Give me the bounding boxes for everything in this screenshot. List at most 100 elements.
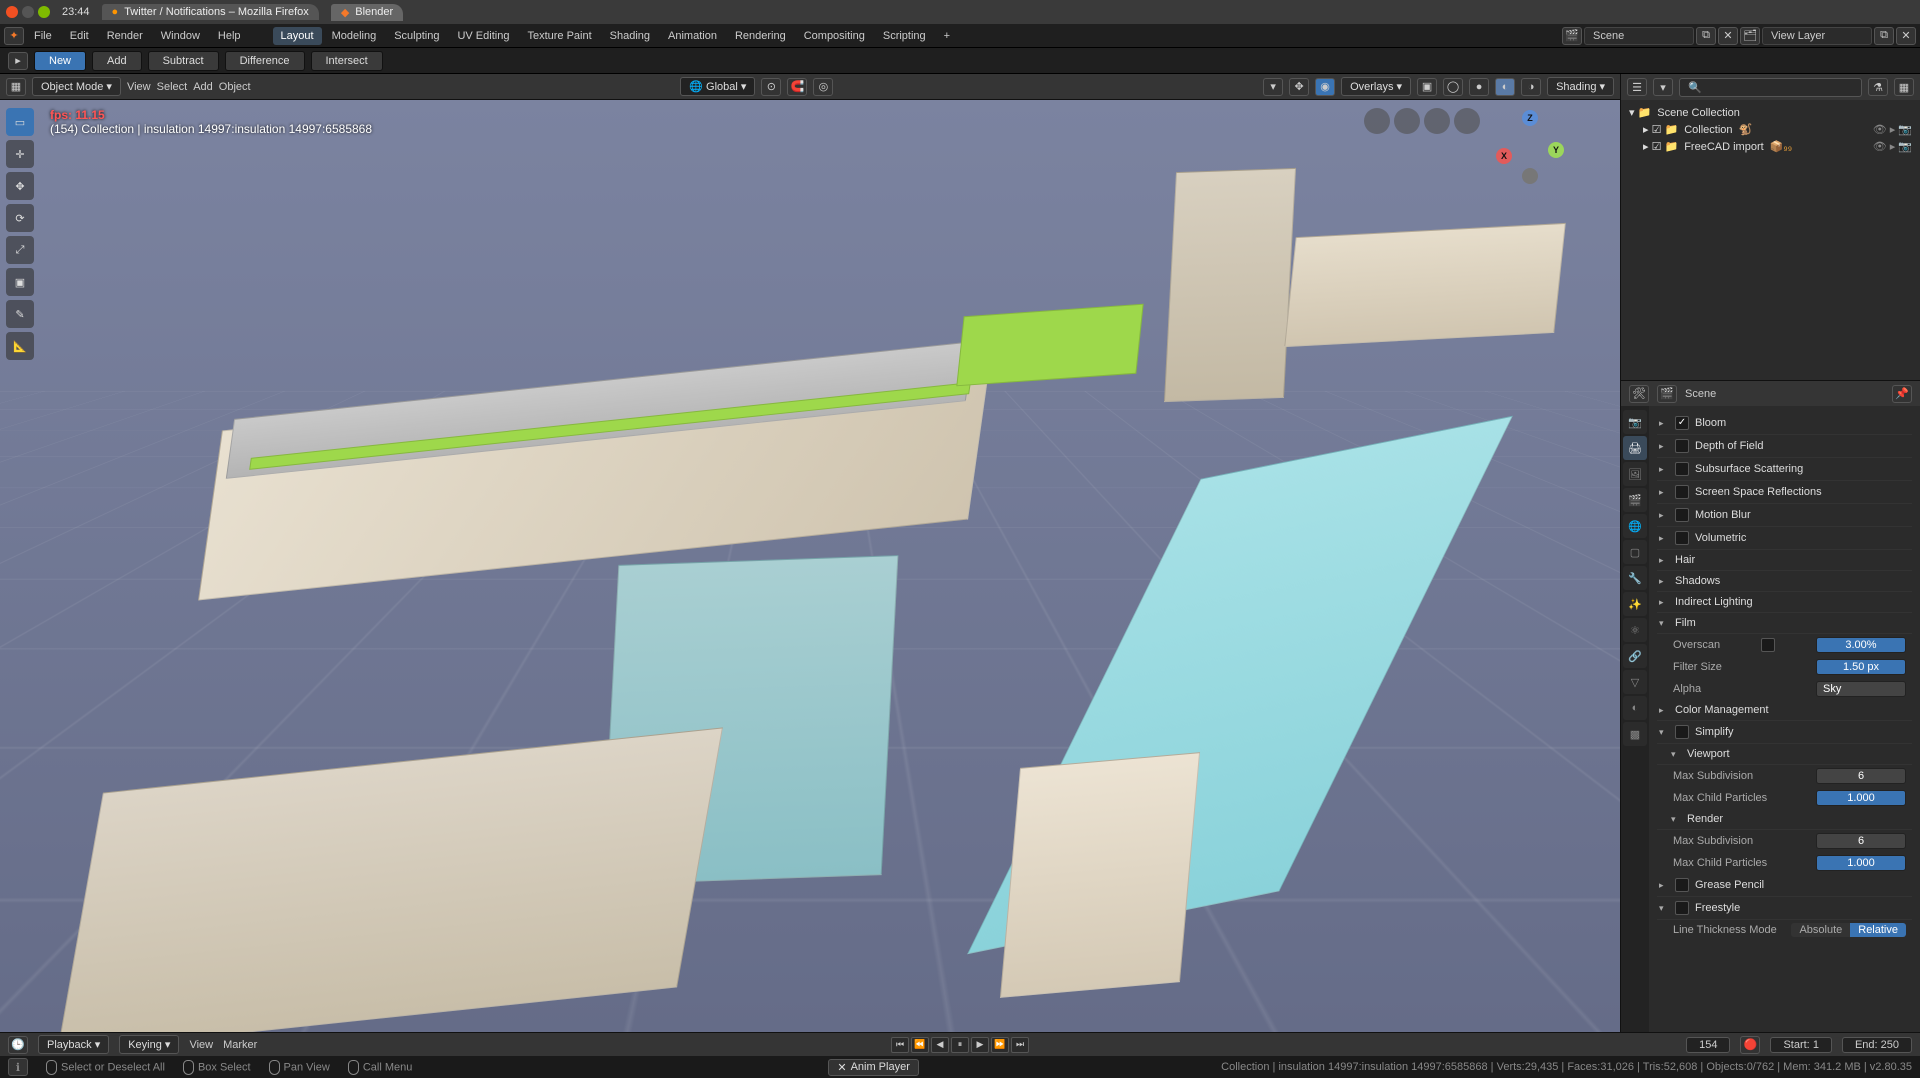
workspace-tab-compositing[interactable]: Compositing — [796, 27, 873, 45]
workspace-tab-rendering[interactable]: Rendering — [727, 27, 794, 45]
max-dot[interactable] — [38, 6, 50, 18]
outliner[interactable]: ▾ 📁 Scene Collection ▸ ☑ 📁 Collection 🐒 … — [1621, 100, 1920, 380]
vp-menu-select[interactable]: Select — [157, 81, 188, 93]
tab-texture-icon[interactable]: ▩ — [1623, 722, 1647, 746]
panel-dof[interactable]: ▸Depth of Field — [1657, 435, 1912, 458]
status-editor-icon[interactable]: ℹ — [8, 1058, 28, 1076]
panel-simplify-render[interactable]: ▾Render — [1657, 809, 1912, 830]
tab-modifier-icon[interactable]: 🔧 — [1623, 566, 1647, 590]
workspace-tab-scripting[interactable]: Scripting — [875, 27, 934, 45]
tab-material-icon[interactable]: ◐ — [1623, 696, 1647, 720]
current-frame[interactable]: 154 — [1686, 1037, 1730, 1053]
field-rn-maxsub[interactable]: 6 — [1816, 833, 1906, 849]
tab-object-icon[interactable]: ▢ — [1623, 540, 1647, 564]
object-types-icon[interactable]: ▾ — [1263, 78, 1283, 96]
field-overscan[interactable]: 3.00% — [1816, 637, 1906, 653]
tool-measure-icon[interactable]: 📐 — [6, 332, 34, 360]
orientation-dropdown[interactable]: 🌐 Global ▾ — [680, 77, 755, 96]
op-difference[interactable]: Difference — [225, 51, 305, 71]
outliner-freecad-import[interactable]: ▸ ☑ 📁 FreeCAD import 📦₉₉ 👁 ▸ 📷 — [1623, 138, 1918, 155]
jump-end-icon[interactable]: ⏭ — [1011, 1037, 1029, 1053]
vp-menu-object[interactable]: Object — [219, 81, 251, 93]
panel-simplify-viewport[interactable]: ▾Viewport — [1657, 744, 1912, 765]
menu-help[interactable]: Help — [210, 27, 249, 45]
start-frame[interactable]: Start: 1 — [1770, 1037, 1831, 1053]
panel-ssr[interactable]: ▸Screen Space Reflections — [1657, 481, 1912, 504]
keyframe-next-icon[interactable]: ⏩ — [991, 1037, 1009, 1053]
tab-render-icon[interactable]: 📷 — [1623, 410, 1647, 434]
nav-zoom-icon[interactable] — [1364, 108, 1390, 134]
dropdown-alpha[interactable]: Sky — [1816, 681, 1906, 697]
vp-menu-add[interactable]: Add — [193, 81, 213, 93]
tab-world-icon[interactable]: 🌐 — [1623, 514, 1647, 538]
op-intersect[interactable]: Intersect — [311, 51, 383, 71]
tab-constraints-icon[interactable]: 🔗 — [1623, 644, 1647, 668]
checkbox-sss[interactable] — [1675, 462, 1689, 476]
panel-volumetric[interactable]: ▸Volumetric — [1657, 527, 1912, 550]
checkbox-overscan[interactable] — [1761, 638, 1775, 652]
workspace-add[interactable]: + — [936, 27, 958, 45]
outliner-display-icon[interactable]: ▾ — [1653, 78, 1673, 96]
shading-solid-icon[interactable]: ● — [1469, 78, 1489, 96]
seg-linethickness[interactable]: Absolute Relative — [1791, 923, 1906, 937]
scene-browse-icon[interactable]: 🎬 — [1562, 27, 1582, 45]
play-reverse-icon[interactable]: ◀ — [931, 1037, 949, 1053]
keyframe-prev-icon[interactable]: ⏪ — [911, 1037, 929, 1053]
timeline-editor-icon[interactable]: 🕒 — [8, 1036, 28, 1054]
checkbox-bloom[interactable] — [1675, 416, 1689, 430]
vp-menu-view[interactable]: View — [127, 81, 151, 93]
timeline-marker[interactable]: Marker — [223, 1039, 257, 1051]
panel-bloom[interactable]: ▸Bloom — [1657, 412, 1912, 435]
tab-scene-icon[interactable]: 🎬 — [1623, 488, 1647, 512]
workspace-tab-uvediting[interactable]: UV Editing — [449, 27, 517, 45]
3d-viewport[interactable]: ▭ ✛ ✥ ⟳ ⤢ ▣ ✎ 📐 fps: 11.15 (154) Collect… — [0, 100, 1620, 1032]
viewlayer-delete-icon[interactable]: ✕ — [1896, 27, 1916, 45]
field-rn-maxchild[interactable]: 1.000 — [1816, 855, 1906, 871]
tab-particles-icon[interactable]: ✨ — [1623, 592, 1647, 616]
checkbox-freestyle[interactable] — [1675, 901, 1689, 915]
min-dot[interactable] — [22, 6, 34, 18]
anim-player-chip[interactable]: ✕Anim Player — [828, 1059, 919, 1076]
blender-logo-icon[interactable]: ✦ — [4, 27, 24, 45]
shading-matcap-icon[interactable]: ◐ — [1495, 78, 1515, 96]
tool-annotate-icon[interactable]: ✎ — [6, 300, 34, 328]
xray-icon[interactable]: ▣ — [1417, 78, 1437, 96]
tool-move-icon[interactable]: ✥ — [6, 172, 34, 200]
play-forward-icon[interactable]: ▶ — [971, 1037, 989, 1053]
panel-motionblur[interactable]: ▸Motion Blur — [1657, 504, 1912, 527]
axis-neg-z[interactable] — [1522, 168, 1538, 184]
shading-wire-icon[interactable]: ◯ — [1443, 78, 1463, 96]
checkbox-motionblur[interactable] — [1675, 508, 1689, 522]
field-vp-maxsub[interactable]: 6 — [1816, 768, 1906, 784]
autokey-icon[interactable]: 🔴 — [1740, 1036, 1760, 1054]
overlays-dropdown[interactable]: Overlays ▾ — [1341, 77, 1411, 96]
menu-edit[interactable]: Edit — [62, 27, 97, 45]
shading-rendered-icon[interactable]: ◑ — [1521, 78, 1541, 96]
tab-data-icon[interactable]: ▽ — [1623, 670, 1647, 694]
workspace-tab-texpaint[interactable]: Texture Paint — [519, 27, 599, 45]
workspace-tab-animation[interactable]: Animation — [660, 27, 725, 45]
snap-icon[interactable]: 🧲 — [787, 78, 807, 96]
close-icon[interactable]: ✕ — [837, 1061, 846, 1074]
field-filtersize[interactable]: 1.50 px — [1816, 659, 1906, 675]
axis-x[interactable]: X — [1496, 148, 1512, 164]
outliner-collection[interactable]: ▸ ☑ 📁 Collection 🐒 👁 ▸ 📷 — [1623, 121, 1918, 138]
op-new[interactable]: New — [34, 51, 86, 71]
checkbox-dof[interactable] — [1675, 439, 1689, 453]
outliner-search[interactable]: 🔍 — [1679, 78, 1862, 97]
seg-relative[interactable]: Relative — [1850, 923, 1906, 937]
mode-dropdown[interactable]: Object Mode ▾ — [32, 77, 121, 96]
tool-scale-icon[interactable]: ⤢ — [6, 236, 34, 264]
timeline-view[interactable]: View — [189, 1039, 213, 1051]
panel-film[interactable]: ▾Film — [1657, 613, 1912, 634]
nav-pan-icon[interactable] — [1394, 108, 1420, 134]
workspace-tab-sculpting[interactable]: Sculpting — [386, 27, 447, 45]
proportional-icon[interactable]: ◎ — [813, 78, 833, 96]
window-controls[interactable] — [6, 6, 50, 18]
nav-camera-icon[interactable] — [1424, 108, 1450, 134]
outliner-scene-collection[interactable]: ▾ 📁 Scene Collection — [1623, 104, 1918, 121]
viewlayer-new-icon[interactable]: ⧉ — [1874, 27, 1894, 45]
panel-simplify[interactable]: ▾Simplify — [1657, 721, 1912, 744]
gizmo-toggle-icon[interactable]: ✥ — [1289, 78, 1309, 96]
pause-icon[interactable]: ⏸ — [951, 1037, 969, 1053]
